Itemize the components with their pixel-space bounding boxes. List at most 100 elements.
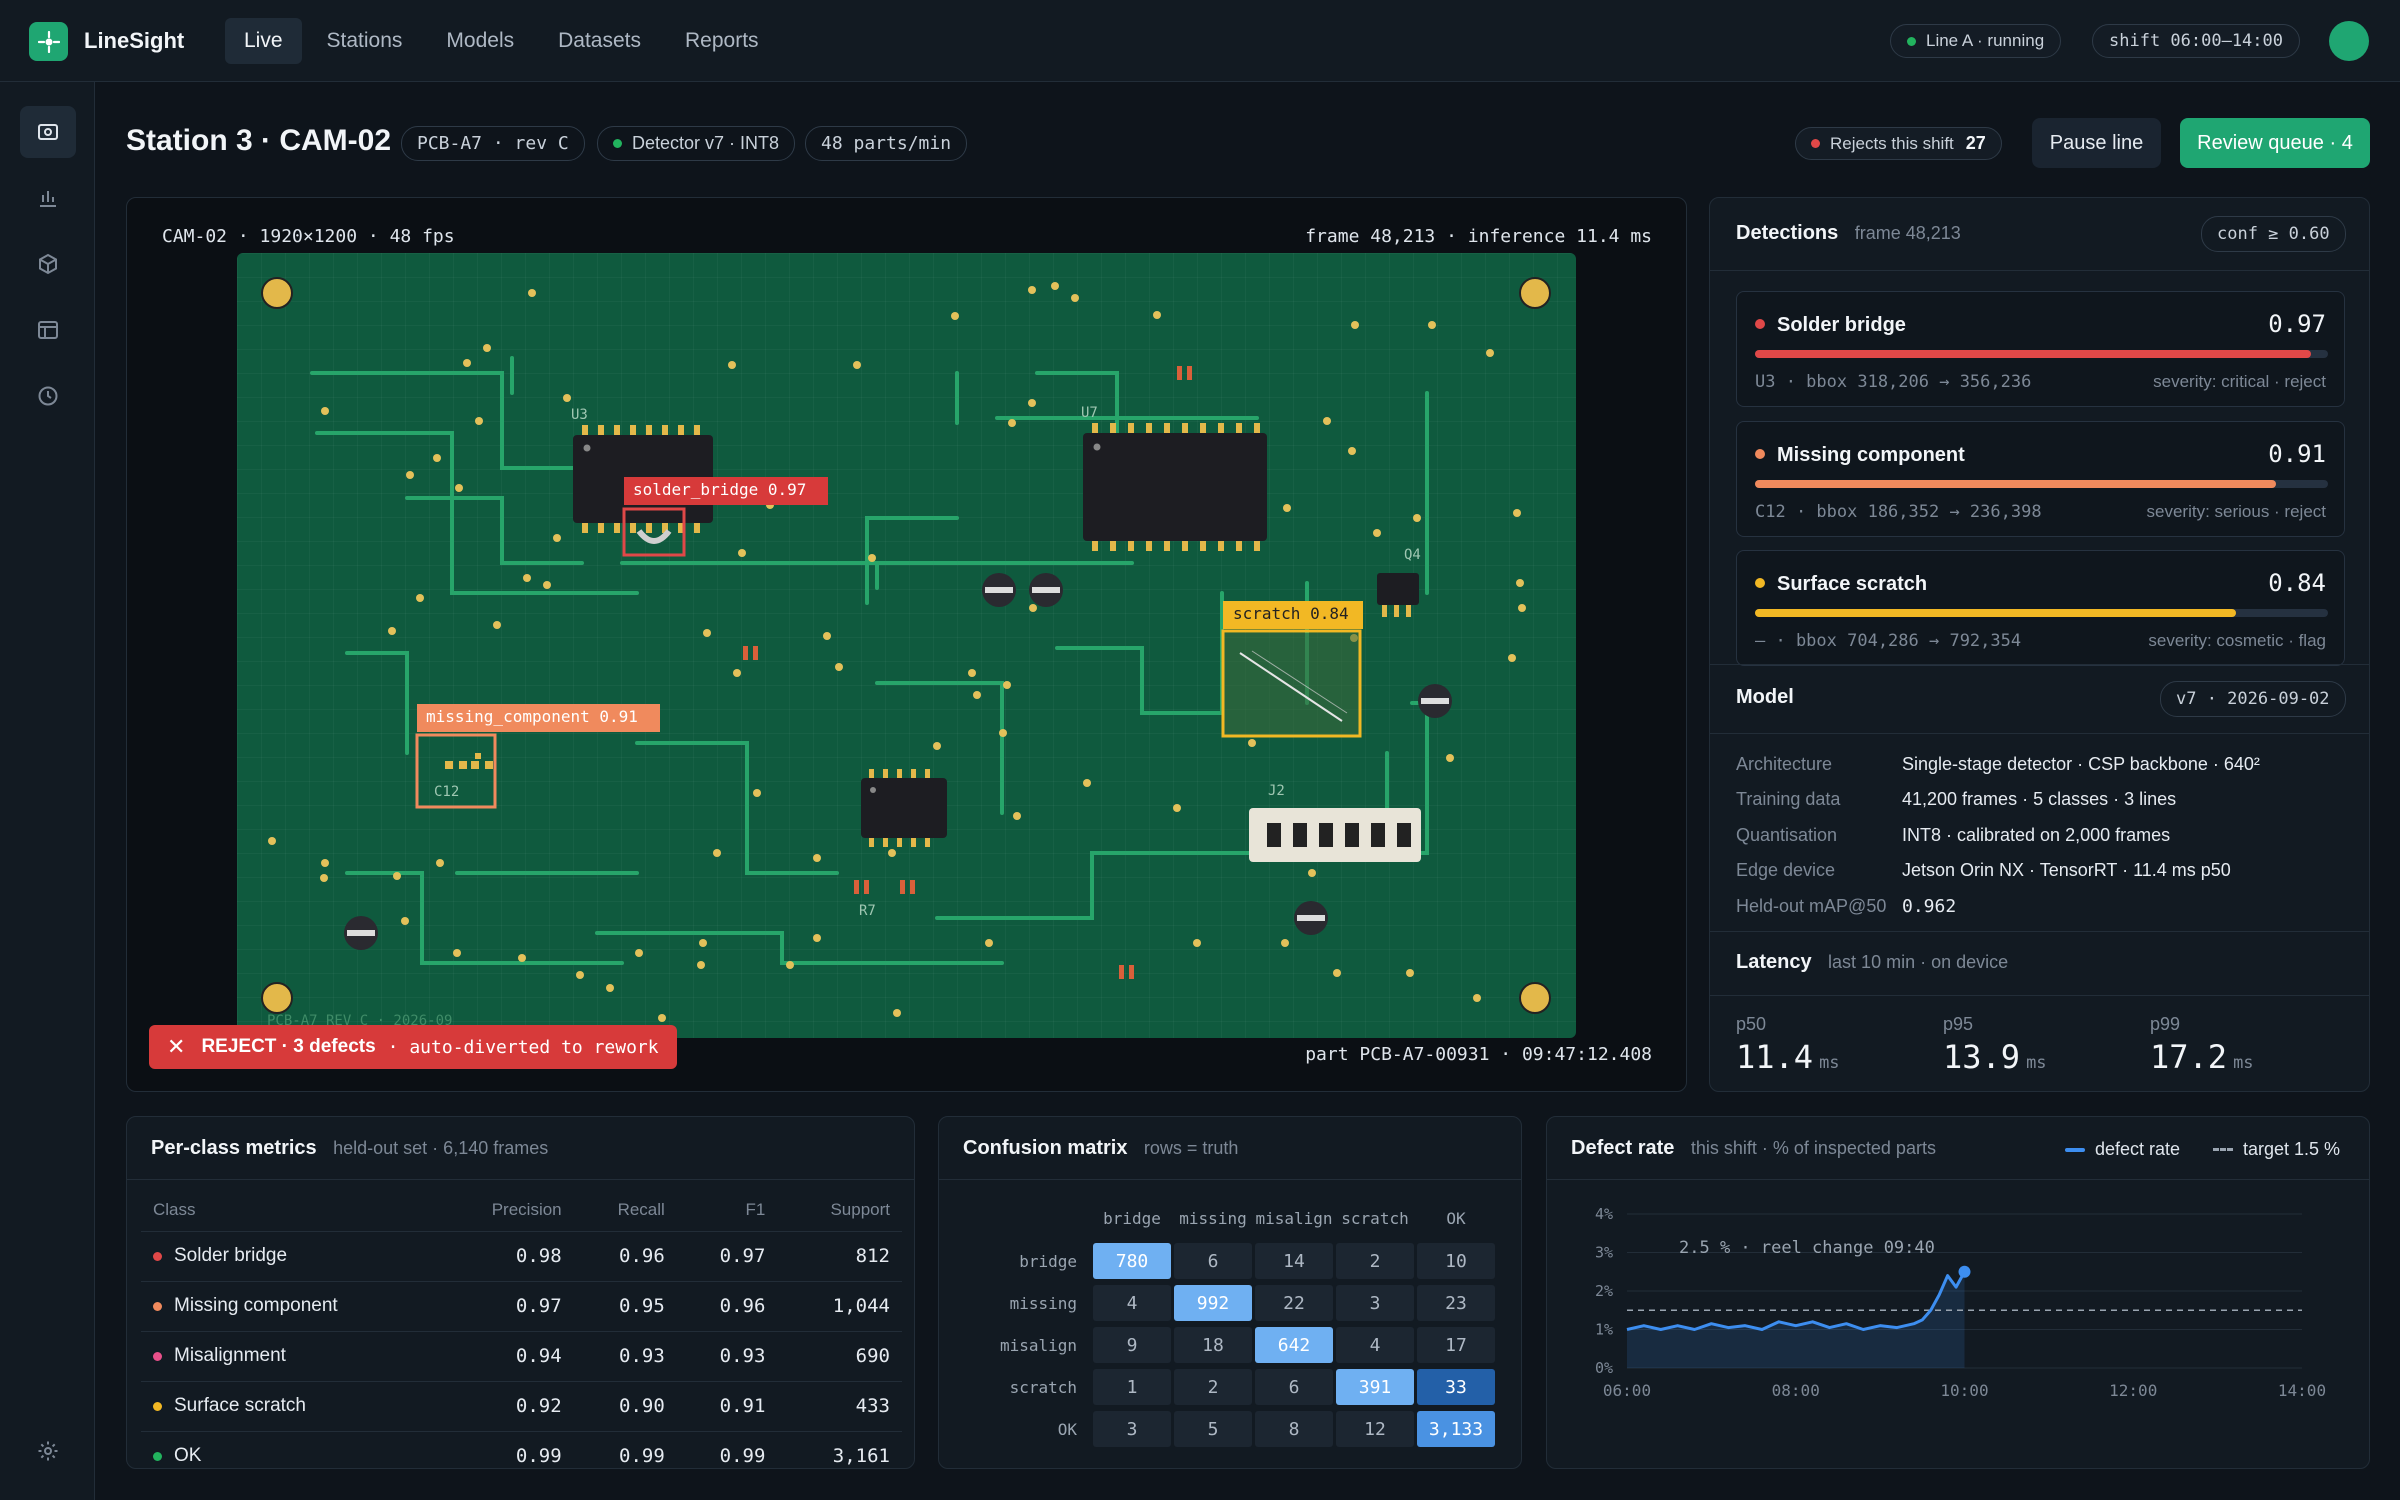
matrix-cell[interactable]: 4 bbox=[1093, 1285, 1171, 1321]
nav-datasets[interactable]: Datasets bbox=[539, 18, 660, 64]
support-cell: 433 bbox=[777, 1380, 902, 1431]
detection-card-surface-scratch[interactable]: Surface scratch 0.84 — · bbox 704,286 → … bbox=[1736, 550, 2345, 666]
detection-score: 0.91 bbox=[2268, 440, 2326, 468]
detection-card-missing-component[interactable]: Missing component 0.91 C12 · bbox 186,35… bbox=[1736, 421, 2345, 537]
y-tick-label: 3% bbox=[1595, 1244, 1613, 1262]
class-name: OK bbox=[174, 1445, 202, 1467]
class-name: Surface scratch bbox=[174, 1395, 306, 1416]
divider bbox=[127, 1179, 914, 1180]
matrix-cell[interactable]: 12 bbox=[1336, 1411, 1414, 1447]
matrix-cell[interactable]: 18 bbox=[1174, 1327, 1252, 1363]
matrix-cell[interactable]: 14 bbox=[1255, 1243, 1333, 1279]
rail-layout-button[interactable] bbox=[20, 304, 76, 356]
table-row[interactable]: Missing component 0.97 0.95 0.96 1,044 bbox=[141, 1280, 902, 1331]
defect-rate-chart[interactable]: 0% 1% 2% 3% 4% 06:00 08:00 10:00 12:00 14:00 2.5 %… bbox=[1547, 1180, 2370, 1469]
matrix-cell[interactable]: 9 bbox=[1093, 1327, 1171, 1363]
matrix-cell[interactable]: 642 bbox=[1255, 1327, 1333, 1363]
class-name: Misalignment bbox=[174, 1345, 286, 1366]
table-row[interactable]: OK 0.99 0.99 0.99 3,161 bbox=[141, 1430, 902, 1468]
confidence-threshold[interactable]: conf ≥ 0.60 bbox=[2201, 216, 2346, 252]
table-row[interactable]: Misalignment 0.94 0.93 0.93 690 bbox=[141, 1330, 902, 1381]
recall-cell: 0.93 bbox=[573, 1330, 677, 1381]
matrix-cell[interactable]: 3,133 bbox=[1417, 1411, 1495, 1447]
camera-icon bbox=[38, 124, 58, 140]
latency-label: p50 bbox=[1736, 1014, 1767, 1034]
x-tick-label: 08:00 bbox=[1772, 1381, 1820, 1400]
rail-settings-button[interactable] bbox=[20, 1425, 76, 1477]
matrix-cell[interactable]: 2 bbox=[1336, 1243, 1414, 1279]
detection-card-solder-bridge[interactable]: Solder bridge 0.97 U3 · bbox 318,206 → 3… bbox=[1736, 291, 2345, 407]
y-tick-label: 0% bbox=[1595, 1359, 1613, 1377]
rejects-badge[interactable]: Rejects this shift 27 bbox=[1795, 127, 2002, 160]
table-row[interactable]: Solder bridge 0.98 0.96 0.97 812 bbox=[141, 1230, 902, 1281]
matrix-cell[interactable]: 6 bbox=[1174, 1243, 1252, 1279]
matrix-cell[interactable]: 4 bbox=[1336, 1327, 1414, 1363]
latency-unit: ms bbox=[1819, 1053, 1840, 1073]
matrix-cell[interactable]: 5 bbox=[1174, 1411, 1252, 1447]
rail-charts-button[interactable] bbox=[20, 172, 76, 224]
pause-line-button[interactable]: Pause line bbox=[2032, 118, 2161, 168]
inference-info: frame 48,213 · inference 11.4 ms bbox=[1305, 226, 1652, 247]
rail-models-button[interactable] bbox=[20, 238, 76, 290]
class-cell: OK bbox=[141, 1430, 431, 1468]
matrix-cell[interactable]: 780 bbox=[1093, 1243, 1171, 1279]
cube-icon bbox=[39, 253, 57, 275]
reject-banner[interactable]: ✕ REJECT · 3 defects · auto-diverted to … bbox=[149, 1025, 677, 1069]
matrix-cell[interactable]: 1 bbox=[1093, 1369, 1171, 1405]
confusion-matrix-panel: Confusion matrix rows = truth bridge miss… bbox=[938, 1116, 1522, 1469]
avatar[interactable] bbox=[2329, 21, 2369, 61]
class-dot bbox=[153, 1402, 162, 1411]
detector-chip-text: Detector v7 · INT8 bbox=[632, 133, 780, 153]
matrix-cell[interactable]: 10 bbox=[1417, 1243, 1495, 1279]
pcb-image[interactable]: solder_bridge 0.97 missing_component 0.9… bbox=[237, 253, 1576, 1038]
matrix-cell[interactable]: 33 bbox=[1417, 1369, 1495, 1405]
model-value: Jetson Orin NX · TensorRT · 11.4 ms p50 bbox=[1902, 860, 2231, 880]
matrix-cell[interactable]: 3 bbox=[1336, 1285, 1414, 1321]
divider bbox=[939, 1179, 1521, 1180]
x-tick-label: 12:00 bbox=[2109, 1381, 2157, 1400]
f1-cell: 0.96 bbox=[676, 1280, 778, 1331]
rail-history-button[interactable] bbox=[20, 370, 76, 422]
nav-reports[interactable]: Reports bbox=[666, 18, 778, 64]
column-header: Precision bbox=[491, 1199, 562, 1219]
legend-dash-icon bbox=[2213, 1148, 2233, 1151]
table-row[interactable]: Surface scratch 0.92 0.90 0.91 433 bbox=[141, 1380, 902, 1431]
column-header: F1 bbox=[745, 1199, 766, 1219]
matrix-cell[interactable]: 6 bbox=[1255, 1369, 1333, 1405]
matrix-cell[interactable]: 391 bbox=[1336, 1369, 1414, 1405]
defect-rate-title: Defect rate bbox=[1571, 1137, 1675, 1159]
f1-cell: 0.91 bbox=[676, 1380, 778, 1431]
detection-severity: severity: cosmetic · flag bbox=[2148, 631, 2326, 650]
support-cell: 3,161 bbox=[777, 1430, 902, 1468]
matrix-cell[interactable]: 8 bbox=[1255, 1411, 1333, 1447]
metrics-table: Class Precision Recall F1 Support Solder… bbox=[141, 1189, 902, 1468]
line-status[interactable]: Line A · running bbox=[1890, 24, 2062, 58]
matrix-cell[interactable]: 2 bbox=[1174, 1369, 1252, 1405]
precision-cell: 0.92 bbox=[431, 1380, 574, 1431]
x-tick-label: 10:00 bbox=[1940, 1381, 1988, 1400]
bbox-text-scratch: scratch 0.84 bbox=[1233, 604, 1349, 623]
nav-models[interactable]: Models bbox=[427, 18, 533, 64]
matrix-cell[interactable]: 23 bbox=[1417, 1285, 1495, 1321]
rail-camera-button[interactable] bbox=[20, 106, 76, 158]
model-version[interactable]: v7 · 2026-09-02 bbox=[2160, 681, 2346, 717]
matrix-cell[interactable]: 17 bbox=[1417, 1327, 1495, 1363]
line-status-text: Line A · running bbox=[1926, 31, 2045, 50]
matrix-cell[interactable]: 3 bbox=[1093, 1411, 1171, 1447]
precision-cell: 0.99 bbox=[431, 1430, 574, 1468]
app-name: LineSight bbox=[84, 28, 185, 53]
matrix-cell[interactable]: 22 bbox=[1255, 1285, 1333, 1321]
nav-live[interactable]: Live bbox=[225, 18, 302, 64]
bar-chart-icon bbox=[40, 191, 56, 207]
recall-cell: 0.96 bbox=[573, 1230, 677, 1281]
class-cell: Solder bridge bbox=[141, 1230, 431, 1281]
shift-badge[interactable]: shift 06:00–14:00 bbox=[2092, 24, 2300, 58]
nav-stations[interactable]: Stations bbox=[308, 18, 422, 64]
matrix-column-label: missing bbox=[1179, 1209, 1247, 1228]
review-queue-button[interactable]: Review queue · 4 bbox=[2180, 118, 2370, 168]
model-key: Held-out mAP@50 bbox=[1736, 896, 1887, 916]
f1-cell: 0.99 bbox=[676, 1430, 778, 1468]
severity-dot bbox=[1755, 578, 1765, 588]
matrix-cell[interactable]: 992 bbox=[1174, 1285, 1252, 1321]
latency-value: 11.4 ms bbox=[1736, 1038, 1840, 1076]
